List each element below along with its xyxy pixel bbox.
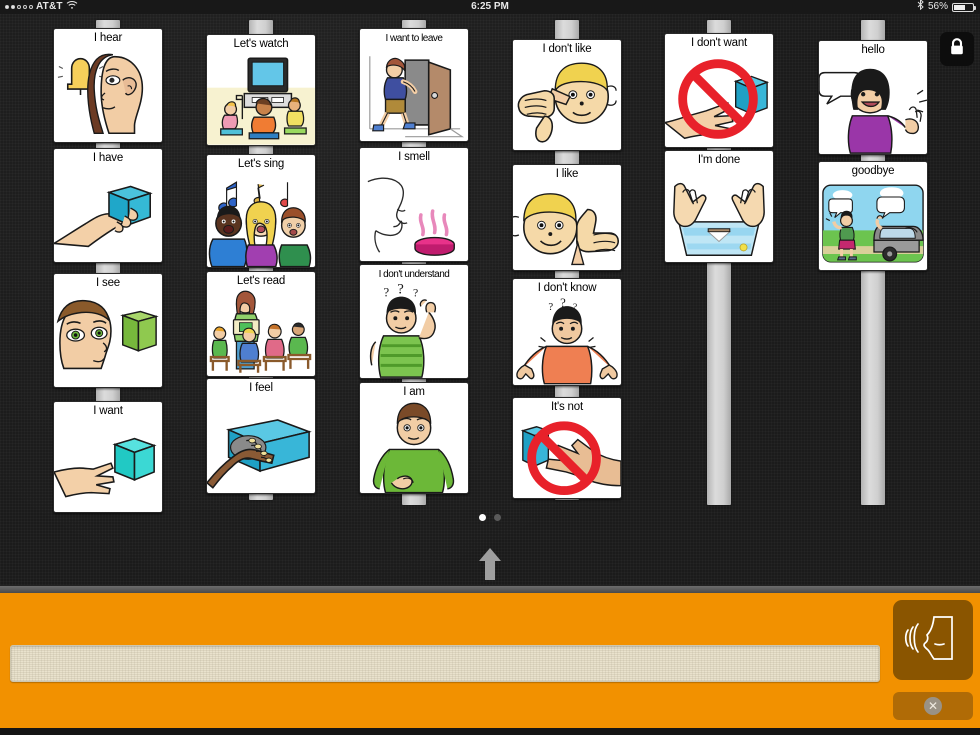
card-label: I'm done <box>697 154 741 166</box>
symbol-card[interactable]: I smell <box>359 147 469 262</box>
boy-walking-out-door-icon <box>360 46 468 141</box>
card-label: I see <box>96 277 120 289</box>
pointing-hand-box-prohibited-icon <box>513 415 621 498</box>
symbol-card[interactable]: hello <box>818 40 928 155</box>
symbol-card[interactable]: I don't know ? ? ? <box>512 278 622 386</box>
symbol-card[interactable]: I don't understand ? ? ? <box>359 264 469 379</box>
symbol-card[interactable]: I have <box>53 148 163 263</box>
card-label: I hear <box>93 32 123 44</box>
svg-text:?: ? <box>413 287 418 300</box>
battery-icon <box>952 2 976 12</box>
card-label: goodbye <box>851 165 895 177</box>
page-dot-2[interactable] <box>494 514 501 521</box>
symbol-card[interactable]: It's not <box>512 397 622 499</box>
symbol-card[interactable]: Let's watch <box>206 34 316 146</box>
card-label: hello <box>861 44 885 56</box>
svg-text:?: ? <box>384 286 390 300</box>
boy-shrugging-questions-icon: ? ? ? <box>513 296 621 385</box>
speak-button[interactable] <box>893 600 973 680</box>
symbol-card[interactable]: I don't like <box>512 39 622 151</box>
board-divider <box>0 585 980 593</box>
card-label: I don't understand <box>378 269 450 280</box>
card-label: Let's watch <box>233 38 289 50</box>
boy-scratching-head-questions-icon: ? ? ? <box>360 282 468 378</box>
card-label: I want <box>93 405 123 417</box>
page-indicator[interactable] <box>0 514 980 521</box>
symbol-card[interactable]: goodbye <box>818 161 928 271</box>
bell-ear-face-icon <box>54 46 162 142</box>
boy-pointing-at-self-icon <box>360 400 468 493</box>
face-eye-green-box-icon <box>54 291 162 387</box>
hand-reaching-cube-prohibited-icon <box>665 51 773 147</box>
sentence-strip[interactable] <box>10 645 880 682</box>
scroll-up-button[interactable] <box>0 547 980 586</box>
svg-text:?: ? <box>548 301 553 313</box>
card-label: I don't want <box>690 37 748 49</box>
card-label: I want to leave <box>385 33 443 44</box>
speaking-head-icon <box>904 614 962 667</box>
symbol-card[interactable]: Let's read <box>206 271 316 377</box>
card-label: It's not <box>551 401 583 413</box>
symbol-card[interactable]: I hear <box>53 28 163 143</box>
symbol-card[interactable]: Let's sing <box>206 154 316 268</box>
clear-button[interactable]: ✕ <box>893 692 973 720</box>
card-label: I don't know <box>537 282 597 294</box>
svg-text:?: ? <box>397 282 404 298</box>
status-bar-right: 56% <box>917 0 976 15</box>
lock-icon <box>948 37 966 62</box>
card-label: I am <box>403 386 425 398</box>
card-label: I have <box>92 152 124 164</box>
bottom-edge <box>0 728 980 735</box>
girl-waving-speech-bubble-icon <box>819 58 927 154</box>
page-dot-1[interactable] <box>479 514 486 521</box>
card-label: I don't like <box>542 43 592 55</box>
symbol-card[interactable]: I don't want <box>664 33 774 148</box>
symbol-card[interactable]: I want <box>53 401 163 513</box>
teacher-reading-to-class-icon <box>207 289 315 376</box>
symbol-card[interactable]: I want to leave <box>359 28 469 142</box>
bluetooth-icon <box>917 0 924 15</box>
status-bar: AT&T 6:25 PM 56% <box>0 0 980 14</box>
clock-label: 6:25 PM <box>471 1 509 12</box>
card-label: I like <box>555 168 579 180</box>
symbol-card[interactable]: I feel <box>206 378 316 494</box>
thumbs-up-face-icon <box>513 182 621 270</box>
card-label: I smell <box>398 151 430 163</box>
hand-holding-box-icon <box>54 166 162 262</box>
girl-waving-at-car-icon <box>819 179 927 270</box>
communication-board: I hear I have I see I want Let's watch L… <box>0 14 980 585</box>
card-label: Let's read <box>236 275 286 287</box>
card-label: I feel <box>249 382 273 394</box>
hands-over-tray-icon <box>665 168 773 262</box>
open-hand-cyan-cube-icon <box>54 419 162 512</box>
nose-profile-scent-icon <box>360 165 468 261</box>
symbol-card[interactable]: I'm done <box>664 150 774 263</box>
up-arrow-icon <box>477 547 503 586</box>
tv-children-watching-icon <box>207 52 315 145</box>
clear-x-icon: ✕ <box>924 697 942 715</box>
thumbs-down-face-icon <box>513 57 621 150</box>
card-label: Let's sing <box>237 158 285 170</box>
sentence-bar <box>0 593 980 728</box>
symbol-card[interactable]: I like <box>512 164 622 271</box>
lock-button[interactable] <box>940 32 974 66</box>
symbol-card[interactable]: I see <box>53 273 163 388</box>
battery-percent-label: 56% <box>927 1 948 12</box>
hand-touching-blue-box-icon <box>207 396 315 493</box>
three-singers-music-notes-icon <box>207 172 315 267</box>
symbol-card[interactable]: I am <box>359 382 469 494</box>
